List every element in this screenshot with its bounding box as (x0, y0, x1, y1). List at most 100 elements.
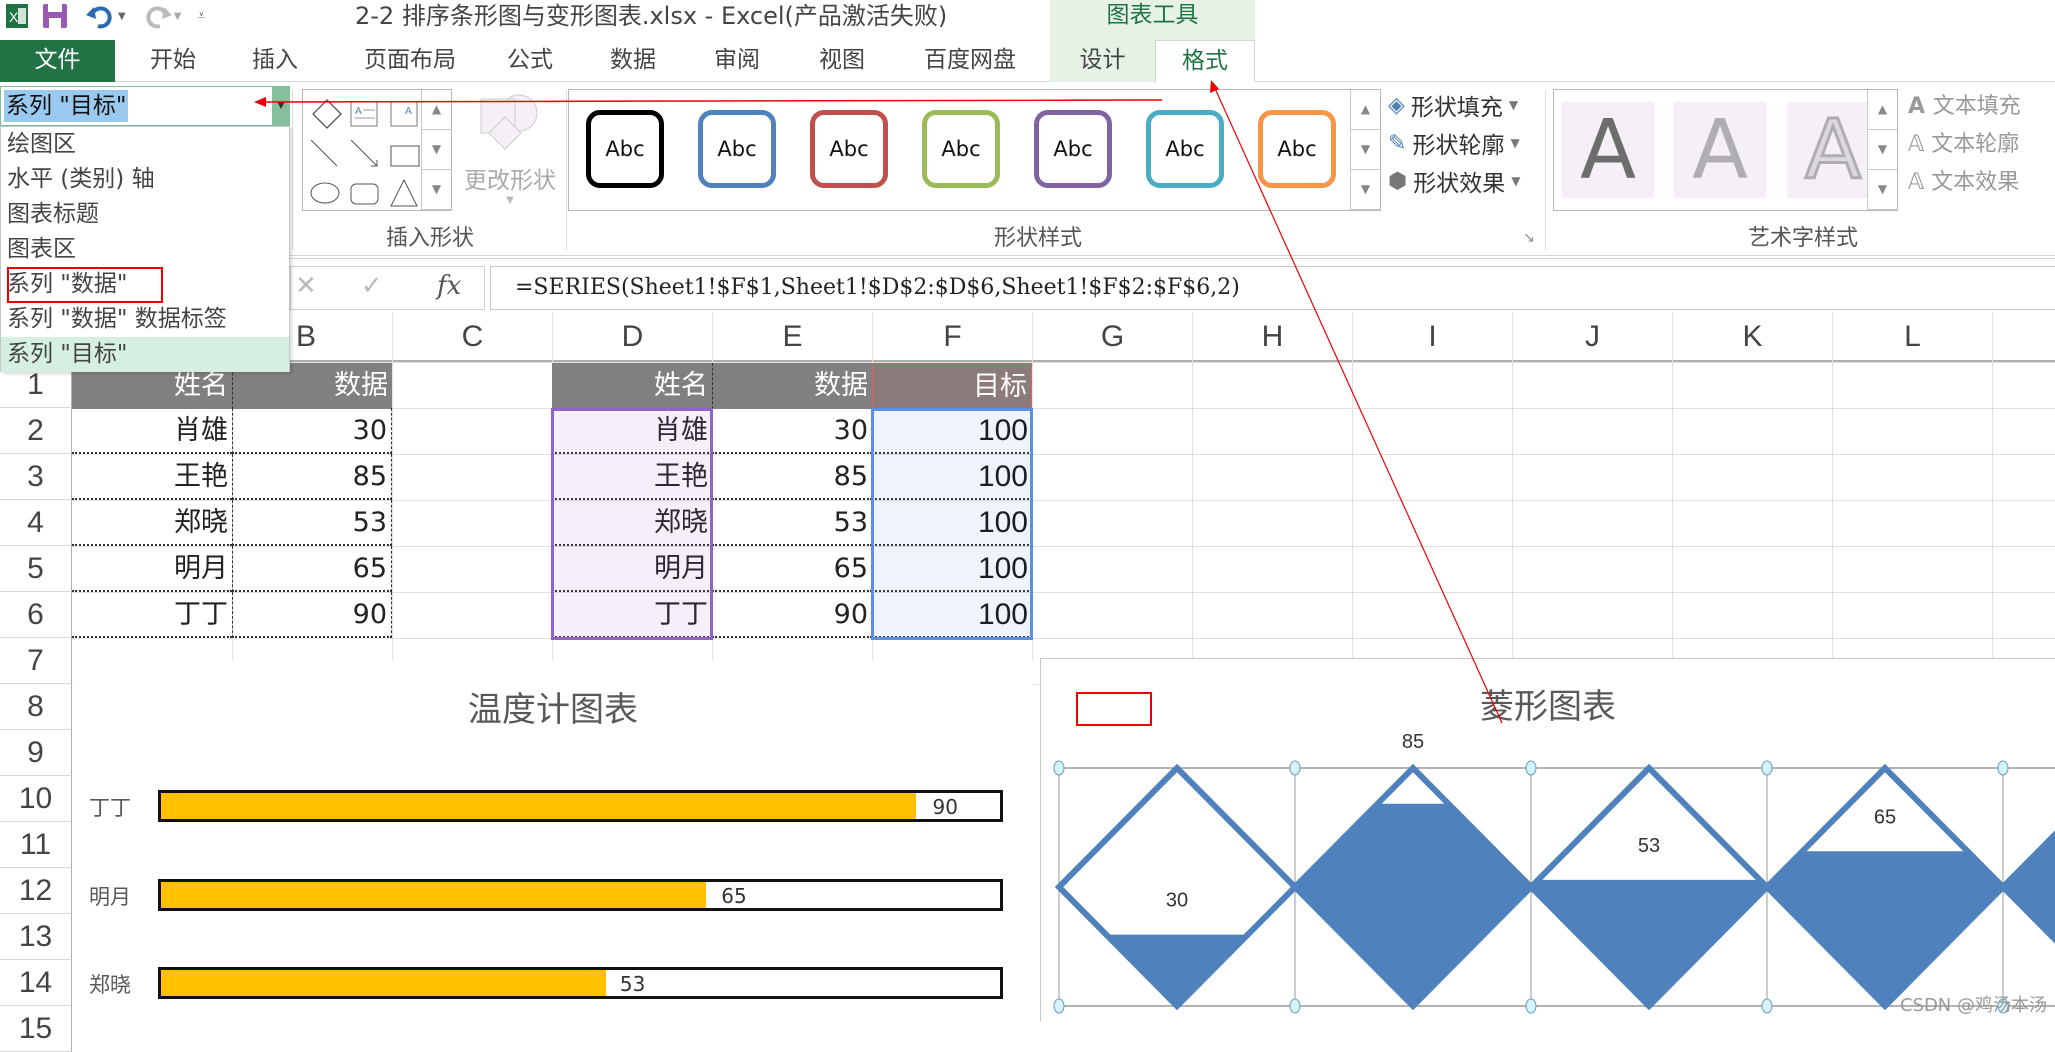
column-header-C[interactable]: C (392, 312, 552, 362)
thermometer-data-label[interactable]: 65 (721, 884, 746, 908)
shape-effects-button[interactable]: ⬢ 形状效果 ▼ (1388, 164, 1520, 198)
thermometer-data-label[interactable]: 53 (620, 972, 645, 996)
redo-icon[interactable] (140, 3, 174, 29)
row-header-2[interactable]: 2 (0, 408, 72, 454)
row-header-12[interactable]: 12 (0, 868, 72, 914)
thermometer-data-label[interactable]: 90 (933, 795, 958, 819)
table1-cell[interactable]: 30 (232, 408, 392, 454)
insert-function-icon[interactable]: fx (437, 271, 461, 301)
undo-icon[interactable] (84, 3, 118, 29)
column-header-D[interactable]: D (552, 312, 712, 362)
thermometer-value-bar[interactable] (161, 970, 606, 996)
tab-insert[interactable]: 插入 (240, 40, 310, 82)
table2-cell[interactable]: 85 (712, 454, 872, 500)
tab-format[interactable]: 格式 (1155, 40, 1255, 83)
table1-cell[interactable]: 90 (232, 592, 392, 638)
thermometer-target-bar[interactable] (158, 790, 1003, 822)
table2-header-name[interactable]: 姓名 (552, 363, 712, 409)
save-icon[interactable] (40, 3, 70, 29)
shape-fill-button[interactable]: ◈ 形状填充 ▼ (1388, 88, 1518, 122)
table1-cell[interactable]: 郑晓 (72, 500, 232, 546)
column-header-J[interactable]: J (1512, 312, 1672, 362)
undo-dropdown-icon[interactable]: ▼ (118, 11, 126, 22)
shape-styles-scroll[interactable]: ▲ ▼ ▼ (1350, 90, 1380, 210)
column-header-H[interactable]: H (1192, 312, 1352, 362)
scroll-down-icon[interactable]: ▼ (422, 130, 451, 170)
tab-page-layout[interactable]: 页面布局 (350, 40, 470, 82)
shape-style-preset[interactable]: Abc (1034, 110, 1112, 188)
text-fill-button[interactable]: A 文本填充 (1908, 88, 2021, 120)
row-header-11[interactable]: 11 (0, 822, 72, 868)
gallery-more-icon[interactable]: ▼ (1868, 170, 1897, 210)
wordart-gallery[interactable]: A A A ▲ ▼ ▼ (1553, 89, 1898, 211)
chart-element-option[interactable]: 系列 "数据" 数据标签 (1, 302, 289, 337)
gallery-more-icon[interactable]: ▼ (422, 170, 451, 210)
table1-cell[interactable]: 65 (232, 546, 392, 592)
table1-cell[interactable]: 85 (232, 454, 392, 500)
row-header-7[interactable]: 7 (0, 638, 72, 684)
wordart-preset[interactable]: A (1787, 101, 1879, 199)
wordart-preset[interactable]: A (1674, 102, 1766, 198)
cancel-icon[interactable]: ✕ (295, 271, 317, 301)
scroll-down-icon[interactable]: ▼ (1351, 130, 1380, 170)
shape-style-preset[interactable]: Abc (1258, 110, 1336, 188)
shape-outline-button[interactable]: ✎ 形状轮廓 ▼ (1388, 126, 1520, 160)
tab-view[interactable]: 视图 (807, 40, 877, 82)
column-header-G[interactable]: G (1032, 312, 1192, 362)
chart-element-option-selected[interactable]: 系列 "目标" (1, 337, 289, 372)
thermometer-chart[interactable]: 温度计图表 丁丁 90 明月 65 郑晓 53 (73, 660, 1033, 1021)
table2-cell[interactable]: 30 (712, 408, 872, 454)
shape-style-preset[interactable]: Abc (810, 110, 888, 188)
table1-cell[interactable]: 53 (232, 500, 392, 546)
chart-elements-dropdown-button[interactable]: ▼ (272, 86, 290, 126)
table1-cell[interactable]: 明月 (72, 546, 232, 592)
scroll-up-icon[interactable]: ▲ (1351, 90, 1380, 130)
redo-dropdown-icon[interactable]: ▼ (174, 11, 182, 22)
enter-icon[interactable]: ✓ (361, 271, 383, 301)
thermometer-value-bar[interactable] (161, 882, 707, 908)
row-header-4[interactable]: 4 (0, 500, 72, 546)
tab-review[interactable]: 审阅 (702, 40, 772, 82)
shapes-gallery[interactable]: A A ▲ ▼ ▼ (302, 89, 452, 211)
chart-element-option[interactable]: 绘图区 (1, 127, 289, 162)
tab-home[interactable]: 开始 (138, 40, 208, 82)
column-header-M[interactable] (1992, 312, 2055, 362)
chart-title[interactable]: 温度计图表 (73, 682, 1033, 731)
table2-header-data[interactable]: 数据 (712, 363, 872, 409)
diamond-chart[interactable]: 菱形图表 30肖雄85王艳53郑晓65明月90丁丁 CSDN @鸡汤本汤 (1040, 658, 2055, 1021)
column-header-L[interactable]: L (1832, 312, 1992, 362)
diamond-plot-area[interactable]: 30肖雄85王艳53郑晓65明月90丁丁 (1041, 659, 2055, 1022)
scroll-down-icon[interactable]: ▼ (1868, 130, 1897, 170)
scroll-up-icon[interactable]: ▲ (422, 90, 451, 130)
shape-style-preset[interactable]: Abc (1146, 110, 1224, 188)
tab-design[interactable]: 设计 (1050, 40, 1155, 82)
change-shape-button[interactable]: 更改形状 ▼ (455, 87, 565, 206)
shape-styles-gallery[interactable]: Abc Abc Abc Abc Abc Abc Abc ▲ ▼ ▼ (568, 89, 1381, 211)
row-header-13[interactable]: 13 (0, 914, 72, 960)
column-header-F[interactable]: F (872, 312, 1032, 362)
table2-header-target[interactable]: 目标 (872, 363, 1032, 409)
formula-input[interactable]: =SERIES(Sheet1!$F$1,Sheet1!$D$2:$D$6,She… (490, 266, 2055, 310)
thermometer-target-bar[interactable] (158, 879, 1003, 911)
shape-style-preset[interactable]: Abc (698, 110, 776, 188)
shape-style-preset[interactable]: Abc (586, 110, 664, 188)
thermometer-target-bar[interactable] (158, 967, 1003, 999)
shape-style-preset[interactable]: Abc (922, 110, 1000, 188)
customize-quick-access-icon[interactable]: ⩡ (197, 8, 205, 24)
gallery-more-icon[interactable]: ▼ (1351, 170, 1380, 210)
chart-element-option[interactable]: 图表标题 (1, 197, 289, 232)
tab-data[interactable]: 数据 (598, 40, 668, 82)
row-header-6[interactable]: 6 (0, 592, 72, 638)
text-outline-button[interactable]: 𝔸 文本轮廓 (1908, 126, 2019, 158)
thermometer-value-bar[interactable] (161, 793, 917, 819)
tab-baidu-netdisk[interactable]: 百度网盘 (910, 40, 1030, 82)
tab-file[interactable]: 文件 (0, 40, 115, 82)
table1-cell[interactable]: 王艳 (72, 454, 232, 500)
table1-cell[interactable]: 肖雄 (72, 408, 232, 454)
dialog-launcher-icon[interactable]: ↘ (1523, 230, 1535, 246)
row-header-14[interactable]: 14 (0, 960, 72, 1006)
column-header-I[interactable]: I (1352, 312, 1512, 362)
table2-cell[interactable]: 90 (712, 592, 872, 638)
text-effects-button[interactable]: 𝔸 文本效果 (1908, 164, 2019, 196)
column-header-K[interactable]: K (1672, 312, 1832, 362)
